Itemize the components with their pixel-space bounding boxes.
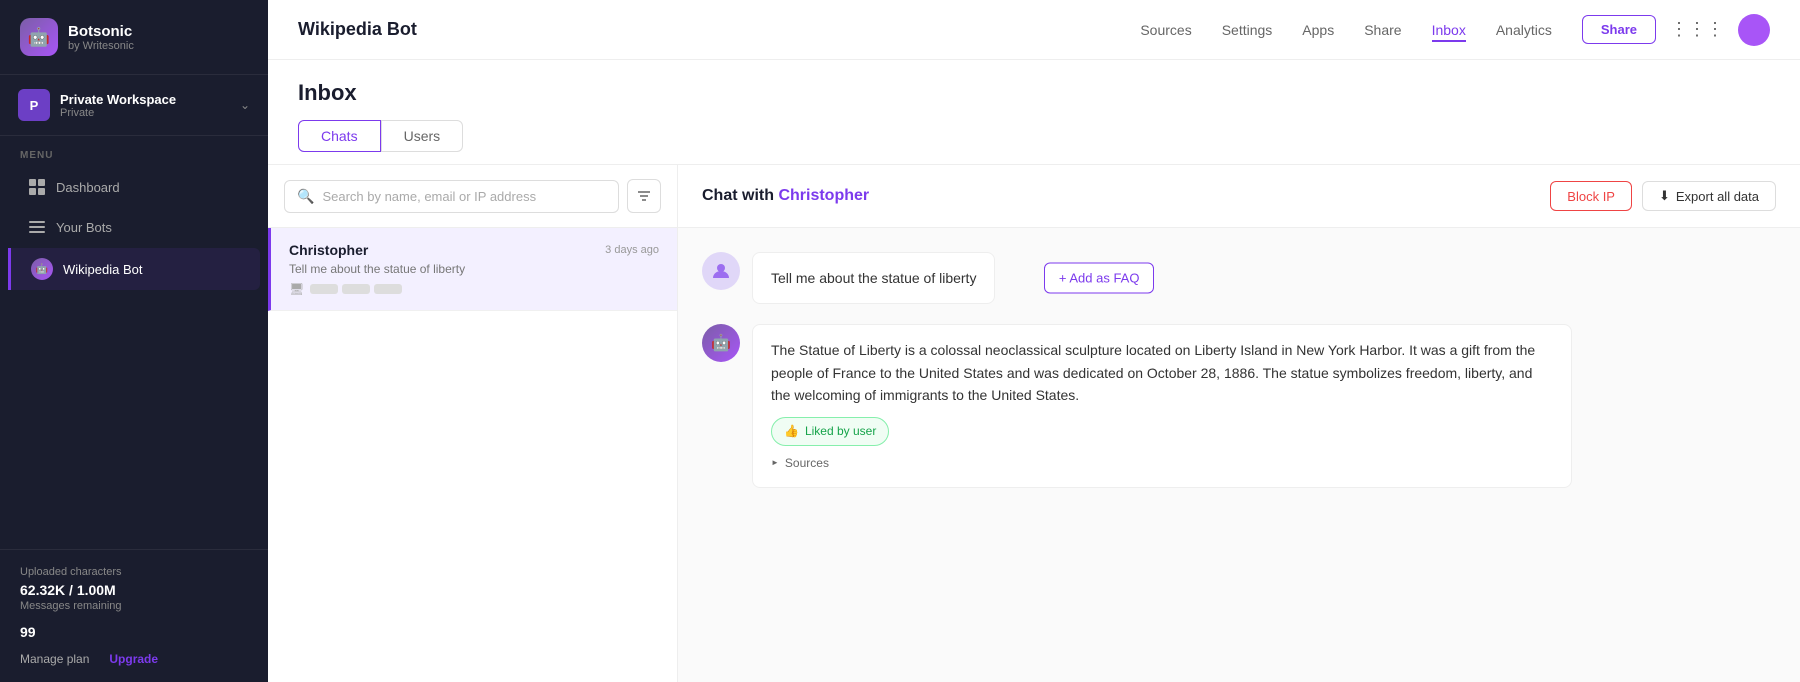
search-input-wrap[interactable]: 🔍 — [284, 180, 619, 213]
share-button[interactable]: Share — [1582, 15, 1656, 44]
thumbs-up-icon: 👍 — [784, 422, 799, 441]
chat-meta: 🖥 — [289, 282, 659, 296]
search-icon: 🔍 — [297, 188, 314, 205]
block-ip-button[interactable]: Block IP — [1550, 181, 1632, 211]
workspace-name: Private Workspace — [60, 92, 230, 107]
workspace-info: Private Workspace Private — [60, 92, 230, 119]
message-row-user: Tell me about the statue of liberty + Ad… — [702, 252, 1776, 304]
sidebar: 🤖 Botsonic by Writesonic P Private Works… — [0, 0, 268, 682]
nav-links: Sources Settings Apps Share Inbox Analyt… — [1140, 18, 1552, 42]
liked-label: Liked by user — [805, 422, 876, 441]
botsonic-logo-icon: 🤖 — [20, 18, 58, 56]
top-nav-right: Share ⋮⋮⋮ — [1582, 14, 1770, 46]
bot-avatar-icon: 🤖 — [31, 258, 53, 280]
chat-panel: Chat with Christopher Block IP ⬇ Export … — [678, 165, 1800, 682]
sidebar-item-dashboard[interactable]: Dashboard — [8, 168, 260, 206]
export-label: Export all data — [1676, 189, 1759, 204]
chat-with-user-name: Christopher — [778, 187, 869, 204]
bot-message-bubble: The Statue of Liberty is a colossal neoc… — [752, 324, 1572, 488]
chat-name: Christopher — [289, 242, 368, 258]
app-name: Botsonic — [68, 23, 134, 40]
nav-link-apps[interactable]: Apps — [1302, 18, 1334, 42]
inbox-body: 🔍 Christopher 3 days ago Tell me about t… — [268, 165, 1800, 682]
chat-item-header: Christopher 3 days ago — [289, 242, 659, 258]
chat-tags — [310, 284, 402, 294]
main-content: Wikipedia Bot Sources Settings Apps Shar… — [268, 0, 1800, 682]
grid-icon[interactable]: ⋮⋮⋮ — [1670, 19, 1724, 40]
your-bots-icon — [28, 218, 46, 236]
inbox-header: Inbox Chats Users — [268, 60, 1800, 165]
search-input[interactable] — [322, 189, 606, 204]
sidebar-item-your-bots[interactable]: Your Bots — [8, 208, 260, 246]
sidebar-item-wikipedia-bot-label: Wikipedia Bot — [63, 262, 142, 277]
bot-message-avatar: 🤖 — [702, 324, 740, 362]
chevron-down-icon: ⌄ — [240, 98, 250, 112]
export-button[interactable]: ⬇ Export all data — [1642, 181, 1776, 211]
user-avatar[interactable] — [1738, 14, 1770, 46]
tab-users[interactable]: Users — [381, 120, 464, 152]
inbox-tabs: Chats Users — [298, 120, 1770, 152]
user-message-text: Tell me about the statue of liberty — [771, 270, 976, 286]
sidebar-footer: Uploaded characters 62.32K / 1.00M Messa… — [0, 549, 268, 682]
chat-panel-header: Chat with Christopher Block IP ⬇ Export … — [678, 165, 1800, 228]
upgrade-link[interactable]: Upgrade — [109, 652, 158, 666]
sidebar-logo: 🤖 Botsonic by Writesonic — [0, 0, 268, 75]
uploaded-value: 62.32K / 1.00M — [20, 582, 248, 598]
messages-area: Tell me about the statue of liberty + Ad… — [678, 228, 1800, 682]
user-message-avatar — [702, 252, 740, 290]
manage-plan-link[interactable]: Manage plan — [20, 652, 89, 666]
chat-with-label: Chat with — [702, 187, 774, 204]
chat-preview: Tell me about the statue of liberty — [289, 262, 659, 276]
workspace-avatar: P — [18, 89, 50, 121]
sources-label: Sources — [785, 454, 829, 473]
bot-title: Wikipedia Bot — [298, 19, 417, 40]
nav-link-sources[interactable]: Sources — [1140, 18, 1191, 42]
sidebar-item-dashboard-label: Dashboard — [56, 180, 120, 195]
workspace-type: Private — [60, 107, 230, 119]
chat-with-title: Chat with Christopher — [702, 187, 869, 205]
download-icon: ⬇ — [1659, 188, 1670, 204]
inbox-area: Inbox Chats Users 🔍 — [268, 60, 1800, 682]
sidebar-item-wikipedia-bot[interactable]: 🤖 Wikipedia Bot — [8, 248, 260, 290]
message-row-bot: 🤖 The Statue of Liberty is a colossal ne… — [702, 324, 1776, 488]
chat-panel-actions: Block IP ⬇ Export all data — [1550, 181, 1776, 211]
menu-label: MENU — [0, 136, 268, 167]
chat-time: 3 days ago — [605, 244, 659, 256]
chat-search-bar: 🔍 — [268, 165, 677, 228]
uploaded-label: Uploaded characters — [20, 566, 248, 578]
workspace-selector[interactable]: P Private Workspace Private ⌄ — [0, 75, 268, 136]
sidebar-item-your-bots-label: Your Bots — [56, 220, 112, 235]
user-message-bubble: Tell me about the statue of liberty + Ad… — [752, 252, 995, 304]
nav-link-share[interactable]: Share — [1364, 18, 1401, 42]
triangle-icon: ► — [771, 457, 779, 470]
add-faq-button[interactable]: + Add as FAQ — [1044, 263, 1155, 294]
top-navigation: Wikipedia Bot Sources Settings Apps Shar… — [268, 0, 1800, 60]
nav-link-inbox[interactable]: Inbox — [1432, 18, 1466, 42]
inbox-title: Inbox — [298, 80, 1770, 106]
logo-text: Botsonic by Writesonic — [68, 23, 134, 52]
nav-link-settings[interactable]: Settings — [1222, 18, 1273, 42]
messages-count: 99 — [20, 624, 248, 640]
liked-badge: 👍 Liked by user — [771, 417, 889, 446]
nav-link-analytics[interactable]: Analytics — [1496, 18, 1552, 42]
filter-icon[interactable] — [627, 179, 661, 213]
chat-item-christopher[interactable]: Christopher 3 days ago Tell me about the… — [268, 228, 677, 311]
chat-list: 🔍 Christopher 3 days ago Tell me about t… — [268, 165, 678, 682]
chat-tag-2 — [342, 284, 370, 294]
app-subtitle: by Writesonic — [68, 40, 134, 52]
device-icon: 🖥 — [289, 282, 304, 296]
chat-tag-1 — [310, 284, 338, 294]
messages-label: Messages remaining — [20, 600, 248, 612]
bot-message-text: The Statue of Liberty is a colossal neoc… — [771, 342, 1535, 403]
chat-tag-3 — [374, 284, 402, 294]
sources-toggle[interactable]: ► Sources — [771, 454, 1553, 473]
tab-chats[interactable]: Chats — [298, 120, 381, 152]
dashboard-icon — [28, 178, 46, 196]
